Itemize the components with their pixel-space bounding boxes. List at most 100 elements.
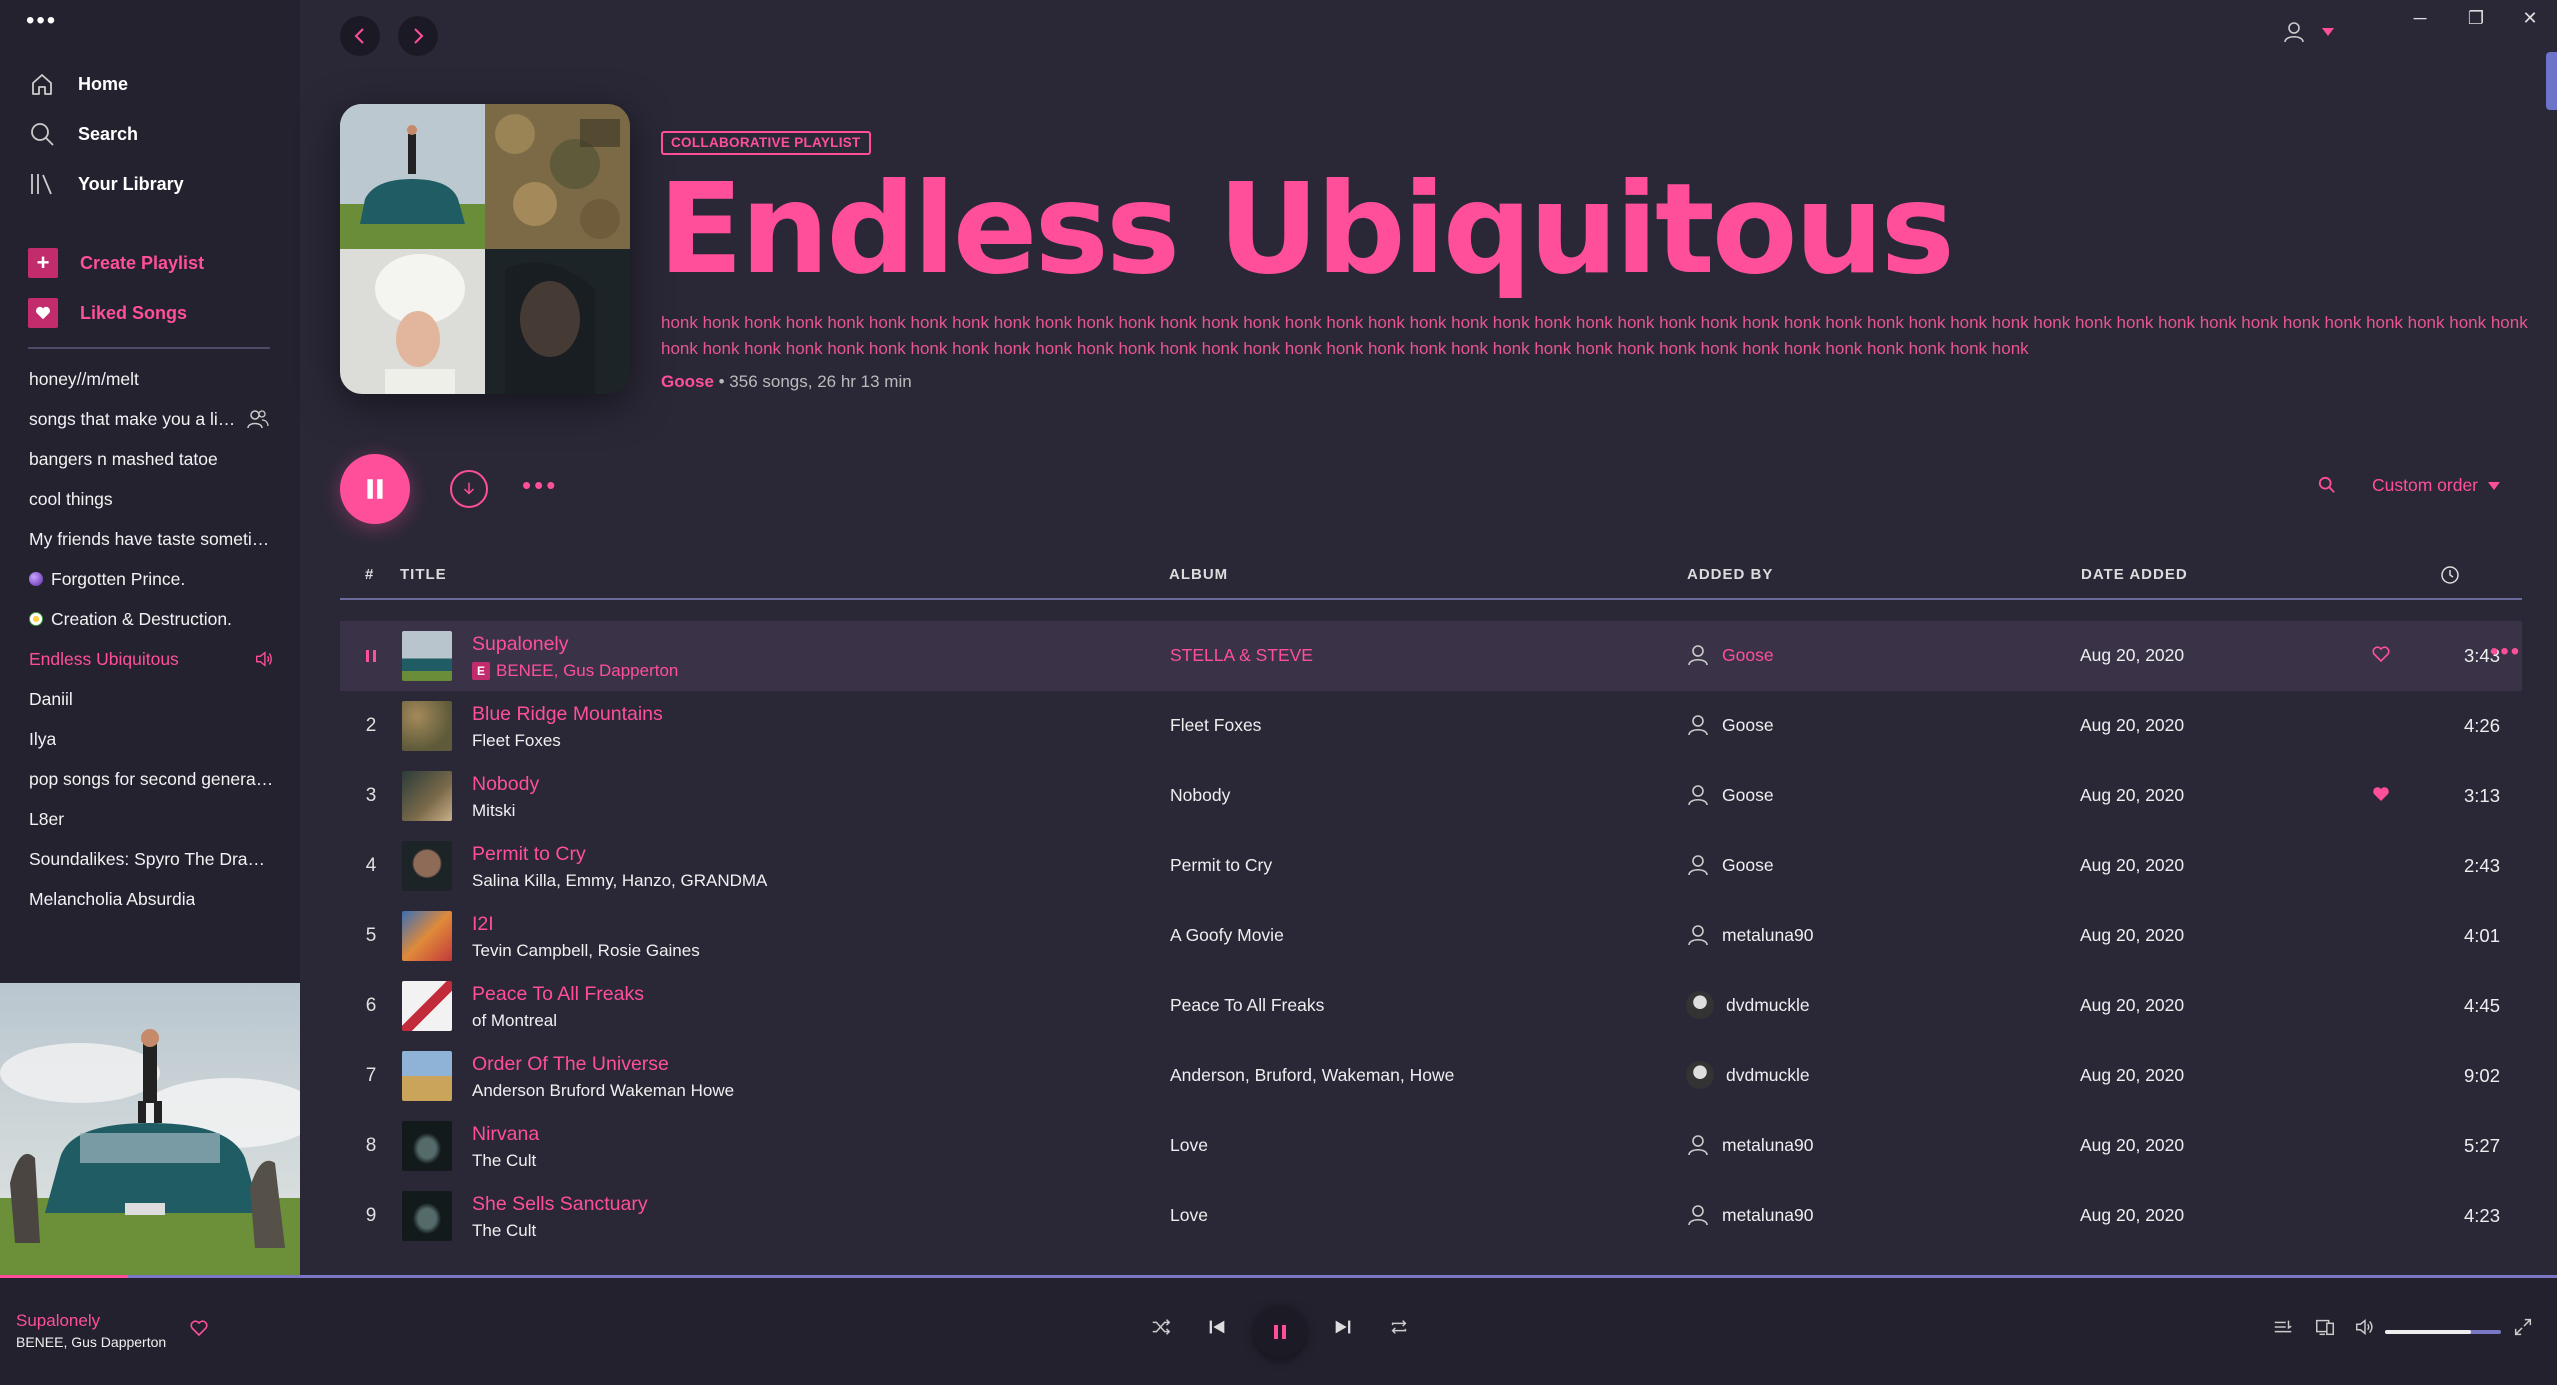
added-by[interactable]: metaluna90 [1686, 1197, 1813, 1233]
added-by[interactable]: dvdmuckle [1686, 1057, 1810, 1093]
user-menu-button[interactable] [2282, 20, 2334, 44]
track-artist[interactable]: Salina Killa, Emmy, Hanzo, GRANDMA [472, 871, 767, 891]
heart-filled-icon[interactable] [2371, 784, 2391, 804]
playlist-item[interactable]: Forgotten Prince. [29, 564, 274, 594]
track-album[interactable]: Fleet Foxes [1170, 715, 1261, 736]
added-by[interactable]: metaluna90 [1686, 1127, 1813, 1163]
track-title[interactable]: Supalonely [472, 633, 569, 656]
playlist-item[interactable]: Daniil [29, 684, 274, 714]
queue-button[interactable] [2272, 1316, 2294, 1338]
back-button[interactable] [340, 16, 380, 56]
previous-button[interactable] [1206, 1316, 1228, 1338]
playlist-item[interactable]: honey//m/melt [29, 364, 274, 394]
track-artist[interactable]: The Cult [472, 1151, 536, 1171]
track-album[interactable]: Permit to Cry [1170, 855, 1272, 876]
track-album[interactable]: STELLA & STEVE [1170, 645, 1313, 666]
download-button[interactable] [450, 470, 488, 508]
heart-outline-icon[interactable] [2371, 644, 2391, 664]
track-artist[interactable]: Anderson Bruford Wakeman Howe [472, 1081, 734, 1101]
track-album[interactable]: Nobody [1170, 785, 1230, 806]
playlist-item[interactable]: songs that make you a little ill [29, 404, 274, 434]
playlist-item[interactable]: Creation & Destruction. [29, 604, 274, 634]
col-date-added[interactable]: DATE ADDED [2081, 566, 2188, 583]
table-row[interactable]: 6 Peace To All Freaks of Montreal Peace … [340, 971, 2522, 1041]
track-album[interactable]: Peace To All Freaks [1170, 995, 1324, 1016]
table-row[interactable]: 9 She Sells Sanctuary The Cult Love meta… [340, 1181, 2522, 1251]
added-by[interactable]: Goose [1686, 637, 1774, 673]
liked-songs-button[interactable]: Liked Songs [28, 295, 187, 331]
nav-search[interactable]: Search [28, 116, 138, 152]
fullscreen-button[interactable] [2512, 1316, 2534, 1338]
playlist-item[interactable]: My friends have taste sometimes [29, 524, 274, 554]
table-row[interactable]: 3 Nobody Mitski Nobody Goose Aug 20, 202… [340, 761, 2522, 831]
volume-button[interactable] [2354, 1316, 2376, 1338]
repeat-button[interactable] [1388, 1316, 1410, 1338]
playlist-item[interactable]: Ilya [29, 724, 274, 754]
playlist-item[interactable]: bangers n mashed tatoe [29, 444, 274, 474]
track-title[interactable]: Peace To All Freaks [472, 983, 644, 1006]
sort-dropdown[interactable]: Custom order [2372, 475, 2501, 496]
table-row[interactable]: 4 Permit to Cry Salina Killa, Emmy, Hanz… [340, 831, 2522, 901]
track-title[interactable]: Nirvana [472, 1123, 539, 1146]
track-title[interactable]: Permit to Cry [472, 843, 586, 866]
track-title[interactable]: She Sells Sanctuary [472, 1193, 648, 1216]
now-playing-artist[interactable]: BENEE, Gus Dapperton [16, 1334, 166, 1350]
restore-button[interactable]: ❐ [2448, 0, 2504, 36]
playlist-item[interactable]: pop songs for second generation [29, 764, 274, 794]
table-row[interactable]: Supalonely E BENEE, Gus Dapperton STELLA … [340, 621, 2522, 691]
track-title[interactable]: Nobody [472, 773, 539, 796]
added-by[interactable]: Goose [1686, 847, 1774, 883]
now-playing-title[interactable]: Supalonely [16, 1311, 100, 1331]
clock-icon[interactable] [2440, 565, 2460, 585]
playlist-item-active[interactable]: Endless Ubiquitous [29, 644, 274, 674]
shuffle-button[interactable] [1150, 1316, 1172, 1338]
track-artist[interactable]: Tevin Campbell, Rosie Gaines [472, 941, 700, 961]
table-row[interactable]: 5 I2I Tevin Campbell, Rosie Gaines A Goo… [340, 901, 2522, 971]
scrollbar-thumb[interactable] [2546, 52, 2557, 110]
col-added-by[interactable]: ADDED BY [1687, 566, 1773, 583]
player-play-pause-button[interactable] [1254, 1306, 1306, 1358]
added-by[interactable]: metaluna90 [1686, 917, 1813, 953]
track-title[interactable]: I2I [472, 913, 494, 936]
track-album[interactable]: Anderson, Bruford, Wakeman, Howe [1170, 1065, 1454, 1086]
track-album[interactable]: Love [1170, 1135, 1208, 1156]
filter-search-button[interactable] [2318, 476, 2336, 494]
now-playing-cover-art[interactable] [0, 983, 300, 1275]
table-row[interactable]: 8 Nirvana The Cult Love metaluna90 Aug 2… [340, 1111, 2522, 1181]
added-by[interactable]: Goose [1686, 777, 1774, 813]
added-by[interactable]: Goose [1686, 707, 1774, 743]
close-button[interactable]: ✕ [2502, 0, 2557, 36]
col-album[interactable]: ALBUM [1169, 566, 1228, 583]
col-title[interactable]: TITLE [400, 566, 447, 583]
playlist-item[interactable]: cool things [29, 484, 274, 514]
devices-button[interactable] [2314, 1316, 2336, 1338]
track-album[interactable]: A Goofy Movie [1170, 925, 1284, 946]
track-artist[interactable]: Mitski [472, 801, 515, 821]
minimize-button[interactable]: ─ [2392, 0, 2448, 36]
like-button[interactable] [189, 1318, 209, 1338]
track-title[interactable]: Order Of The Universe [472, 1053, 669, 1076]
row-more-icon[interactable]: ••• [2490, 638, 2521, 666]
more-options-button[interactable]: ••• [522, 470, 558, 500]
play-pause-button[interactable] [340, 454, 410, 524]
playlist-owner-link[interactable]: Goose [661, 372, 714, 391]
track-artist[interactable]: Fleet Foxes [472, 731, 561, 751]
next-button[interactable] [1332, 1316, 1354, 1338]
row-pause-icon[interactable] [340, 645, 402, 664]
nav-home[interactable]: Home [28, 66, 128, 102]
col-number[interactable]: # [365, 566, 374, 583]
table-row[interactable]: 7 Order Of The Universe Anderson Bruford… [340, 1041, 2522, 1111]
track-artist[interactable]: of Montreal [472, 1011, 557, 1031]
playlist-item[interactable]: L8er [29, 804, 274, 834]
playlist-item[interactable]: Melancholia Absurdia [29, 884, 274, 914]
track-artist[interactable]: E BENEE, Gus Dapperton [472, 661, 678, 681]
app-menu-button[interactable]: ••• [26, 9, 57, 33]
create-playlist-button[interactable]: + Create Playlist [28, 245, 204, 281]
playlist-item[interactable]: Soundalikes: Spyro The Dragon [29, 844, 274, 874]
track-album[interactable]: Love [1170, 1205, 1208, 1226]
added-by[interactable]: dvdmuckle [1686, 987, 1810, 1023]
track-artist[interactable]: The Cult [472, 1221, 536, 1241]
nav-library[interactable]: Your Library [28, 166, 184, 202]
table-row[interactable]: 2 Blue Ridge Mountains Fleet Foxes Fleet… [340, 691, 2522, 761]
track-title[interactable]: Blue Ridge Mountains [472, 703, 663, 726]
